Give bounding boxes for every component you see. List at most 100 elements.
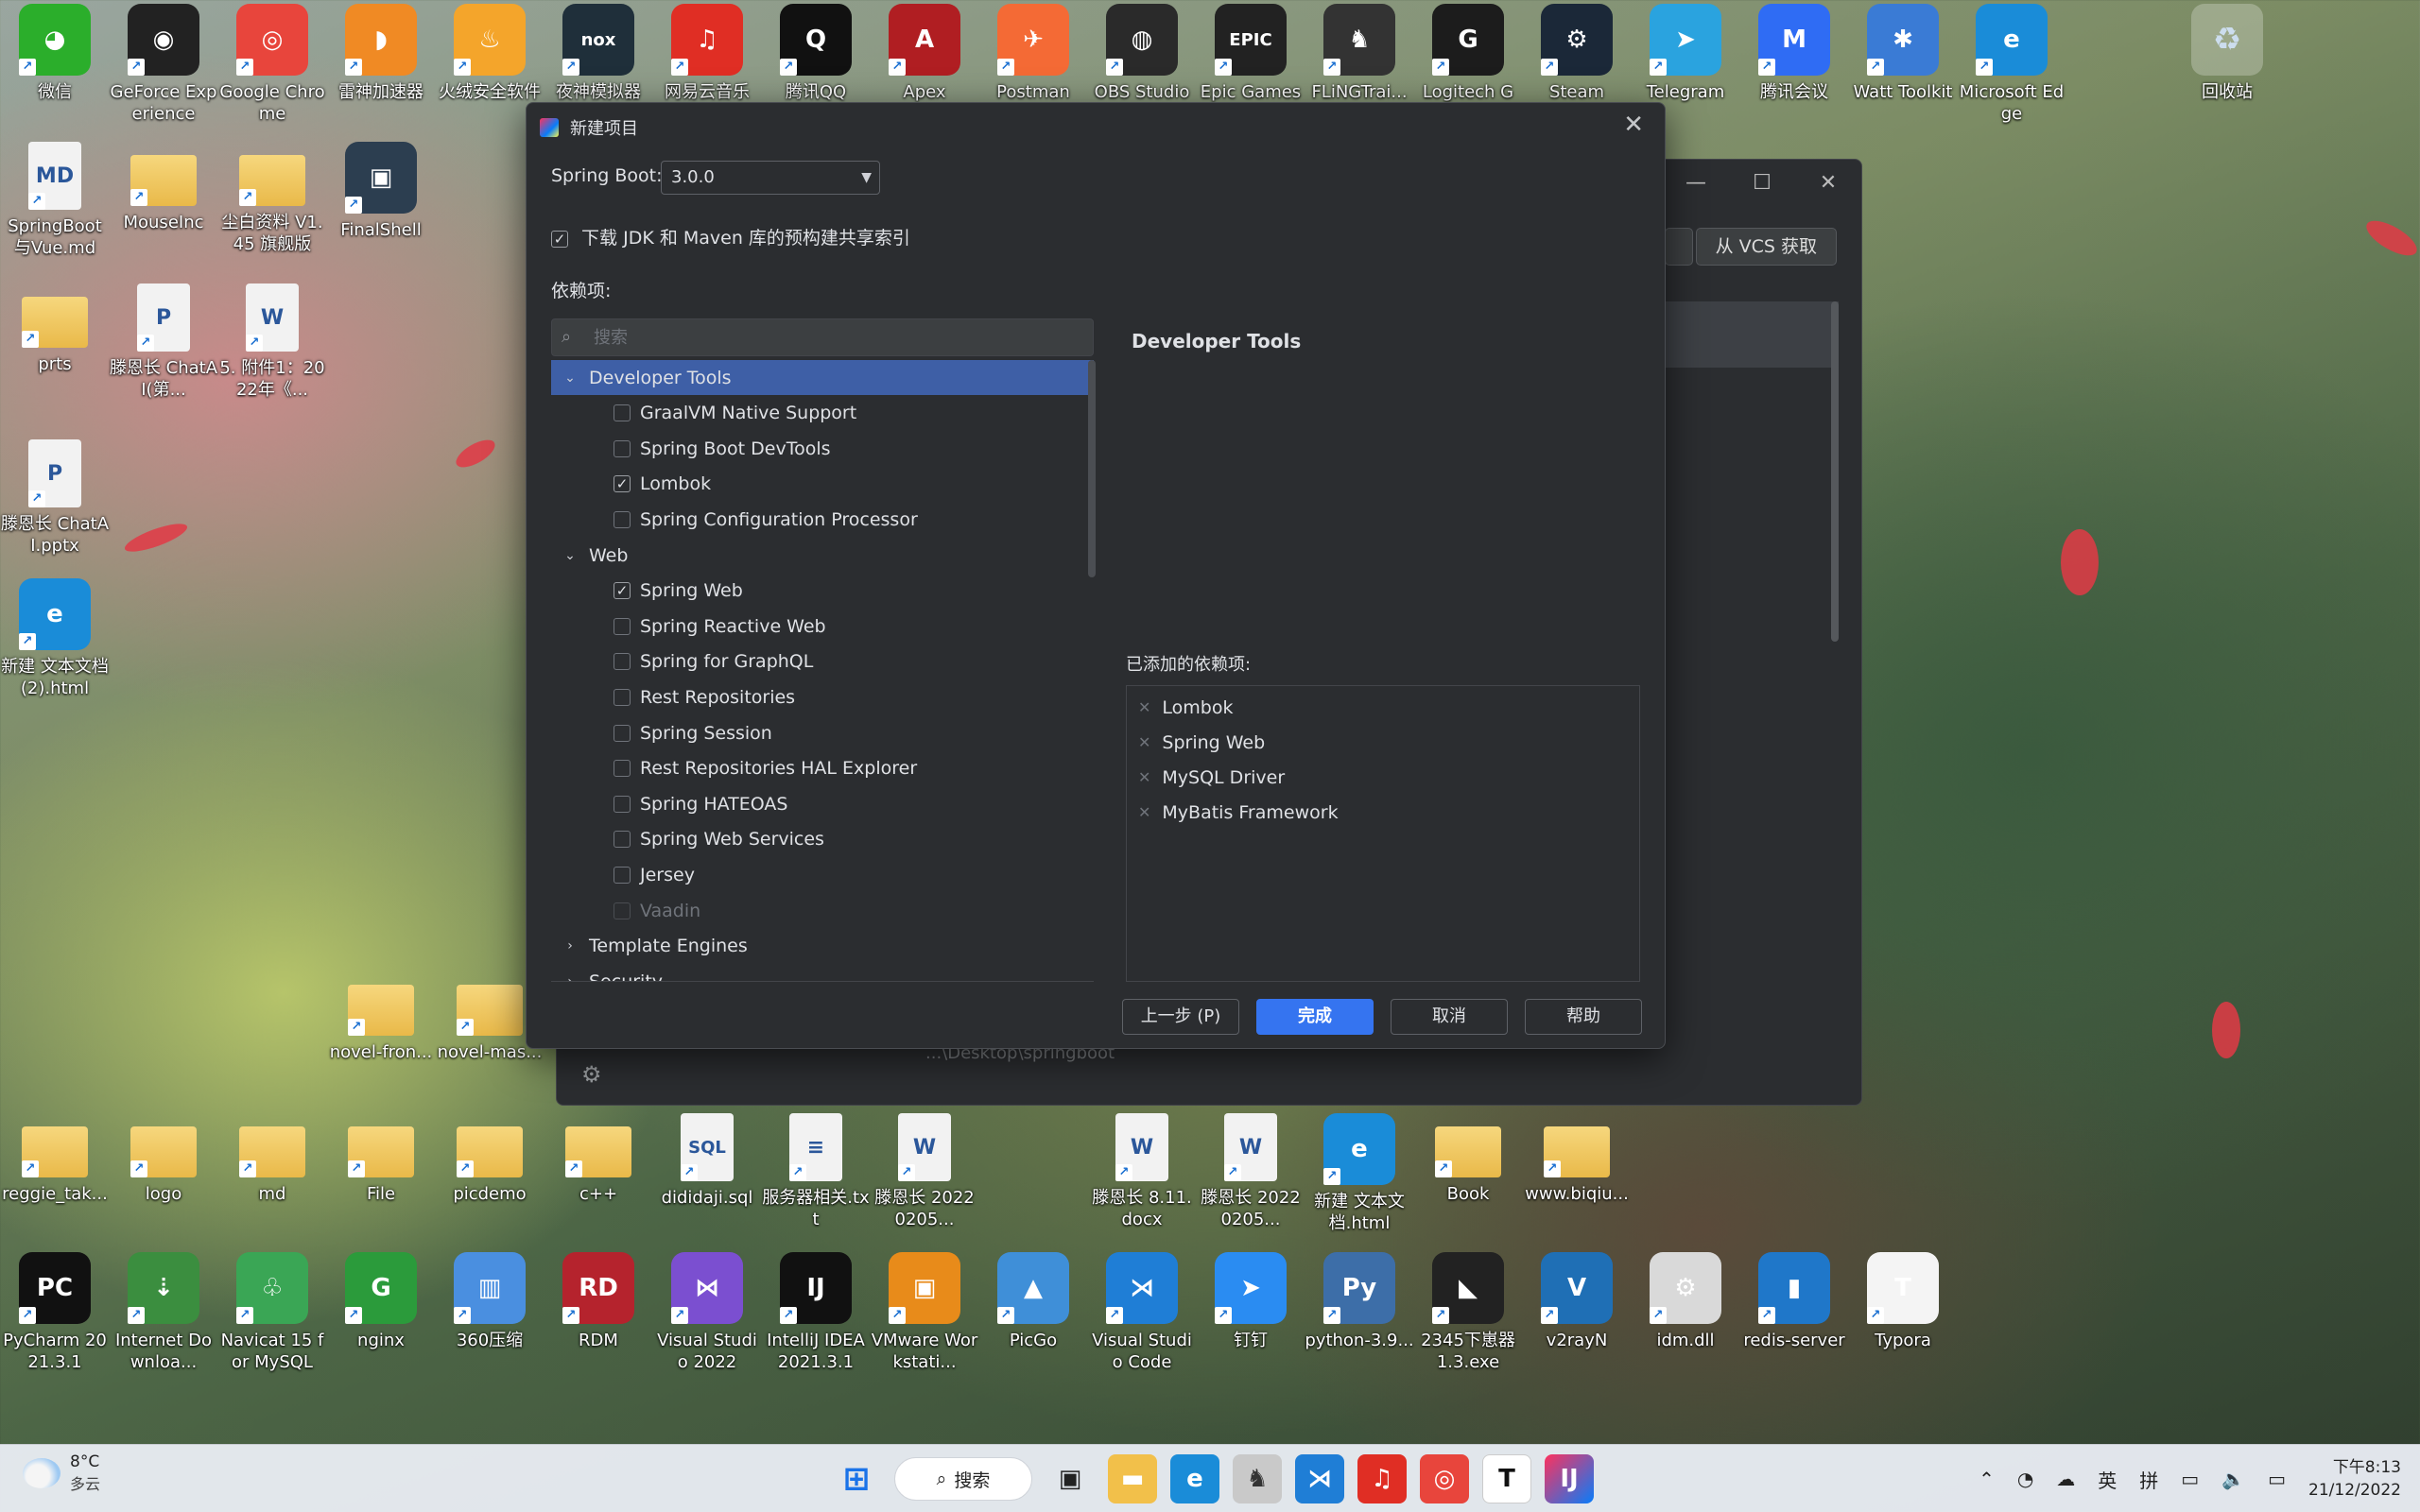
desktop-shortcut[interactable]: ◗ ↗ 雷神加速器 [326,4,436,146]
chevron-down-icon[interactable]: ⌄ [551,548,589,563]
dependency-checkbox[interactable]: ✓ [614,475,631,493]
desktop-shortcut[interactable]: ↗ www.biqiu... [1522,1113,1632,1255]
dependency-checkbox[interactable] [614,902,631,919]
desktop-shortcut[interactable]: ↗ MouseInc [109,142,218,284]
maximize-button[interactable]: ☐ [1729,160,1795,205]
remove-icon[interactable]: ✕ [1138,768,1150,786]
dependency-item[interactable]: Spring Configuration Processor [551,502,1094,537]
spring-boot-version-select[interactable]: 3.0.0 ▼ [661,161,880,195]
desktop-shortcut[interactable]: ↗ prts [0,284,110,425]
dependency-checkbox[interactable] [614,404,631,422]
project-list-selection[interactable] [1665,301,1839,368]
dependency-checkbox[interactable] [614,688,631,706]
desktop-shortcut[interactable]: ↗ novel-fron... [326,971,436,1113]
desktop-shortcut[interactable]: ↗ reggie_tak... [0,1113,110,1255]
desktop-shortcut[interactable]: ◉ ↗ GeForce Experience [109,4,218,146]
dependency-item[interactable]: Spring for GraphQL [551,644,1094,679]
windows-start-icon[interactable]: ⊞ [832,1454,881,1503]
desktop-shortcut[interactable]: W ↗ 滕恩长 20220205... [870,1113,979,1255]
previous-button[interactable]: 上一步 (P) [1122,999,1239,1035]
dependency-search[interactable]: ⌕ [551,318,1094,356]
typora-icon[interactable]: T [1482,1454,1531,1503]
recycle-bin[interactable]: ♻ 回收站 [2172,4,2282,146]
dependency-checkbox[interactable]: ✓ [614,582,631,600]
desktop-shortcut[interactable]: ⋈ ↗ Visual Studio 2022 [652,1252,762,1394]
chevron-right-icon[interactable]: › [551,974,589,981]
desktop-shortcut[interactable]: ▲ ↗ PicGo [978,1252,1088,1394]
desktop-shortcut[interactable]: ⇣ ↗ Internet Downloa... [109,1252,218,1394]
toolbar-button[interactable] [1665,228,1693,266]
desktop-shortcut[interactable]: ≡ ↗ 服务器相关.txt [761,1113,871,1255]
dependency-checkbox[interactable] [614,653,631,671]
qq-tray-icon[interactable]: ◔ [2017,1468,2033,1490]
dependency-checkbox[interactable] [614,831,631,849]
dependency-checkbox[interactable] [614,617,631,635]
desktop-shortcut[interactable]: ↗ picdemo [435,1113,544,1255]
task-view-icon[interactable]: ▣ [1046,1454,1095,1503]
remove-icon[interactable]: ✕ [1138,698,1150,716]
network-icon[interactable]: ▭ [2181,1468,2199,1490]
chevron-down-icon[interactable]: ⌄ [551,370,589,386]
dependency-checkbox[interactable] [614,866,631,884]
desktop-shortcut[interactable]: W ↗ 滕恩长 20220205... [1196,1113,1305,1255]
desktop-shortcut[interactable]: ▣ ↗ VMware Workstati... [870,1252,979,1394]
desktop-shortcut[interactable]: ▮ ↗ redis-server [1739,1252,1849,1394]
desktop-shortcut[interactable]: IJ ↗ IntelliJ IDEA 2021.3.1 [761,1252,871,1394]
desktop-shortcut[interactable]: G ↗ nginx [326,1252,436,1394]
intellij-icon[interactable]: IJ [1545,1454,1594,1503]
desktop-shortcut[interactable]: ◣ ↗ 2345下崽器 1.3.exe [1413,1252,1523,1394]
desktop-shortcut[interactable]: W ↗ 5. 附件1：2022年《... [217,284,327,425]
dependency-item[interactable]: Jersey [551,857,1094,892]
dependency-checkbox[interactable] [614,439,631,457]
desktop-shortcut[interactable]: ↗ logo [109,1113,218,1255]
file-explorer-icon[interactable]: ▬ [1108,1454,1157,1503]
desktop-shortcut[interactable]: ↗ 尘白资料 V1.45 旗舰版 [217,142,327,284]
dependency-item[interactable]: Spring Session [551,715,1094,750]
desktop-shortcut[interactable]: ↗ Book [1413,1113,1523,1255]
desktop-shortcut[interactable]: ◎ ↗ Google Chrome [217,4,327,146]
desktop-shortcut[interactable]: SQL ↗ dididaji.sql [652,1113,762,1255]
tree-group[interactable]: › Security [551,964,1094,981]
vscode-icon[interactable]: ⋊ [1295,1454,1344,1503]
get-from-vcs-button[interactable]: 从 VCS 获取 [1695,228,1837,266]
desktop-shortcut[interactable]: W ↗ 滕恩长 8.11.docx [1087,1113,1197,1255]
desktop-shortcut[interactable]: ◕ ↗ 微信 [0,4,110,146]
desktop-shortcut[interactable]: ▥ ↗ 360压缩 [435,1252,544,1394]
dependency-item[interactable]: Spring Reactive Web [551,609,1094,644]
desktop-shortcut[interactable]: PC ↗ PyCharm 2021.3.1 [0,1252,110,1394]
dependency-item[interactable]: Vaadin [551,893,1094,928]
game-app-icon[interactable]: ♞ [1233,1454,1282,1503]
desktop-shortcut[interactable]: V ↗ v2rayN [1522,1252,1632,1394]
minimize-button[interactable]: — [1663,160,1729,205]
dialog-close-icon[interactable]: ✕ [1623,111,1644,139]
download-index-checkbox[interactable]: ✓ [551,230,568,248]
clock[interactable]: 下午8:13 21/12/2022 [2308,1456,2401,1502]
edge-icon[interactable]: e [1170,1454,1219,1503]
tree-group[interactable]: ⌄ Web [551,538,1094,573]
desktop-shortcut[interactable]: T ↗ Typora [1848,1252,1958,1394]
chevron-right-icon[interactable]: › [551,938,589,954]
tree-group[interactable]: › Template Engines [551,929,1094,964]
dependency-search-input[interactable] [594,325,1066,350]
cancel-button[interactable]: 取消 [1391,999,1508,1035]
taskbar-search[interactable]: ⌕ 搜索 [894,1457,1032,1501]
battery-icon[interactable]: ▭ [2268,1468,2286,1490]
dependency-item[interactable]: Spring HATEOAS [551,786,1094,821]
settings-gear-icon[interactable]: ⚙ [581,1061,602,1088]
scrollbar[interactable] [1831,301,1839,642]
desktop-shortcut[interactable]: ⋊ ↗ Visual Studio Code [1087,1252,1197,1394]
desktop-shortcut[interactable]: P ↗ 滕恩长 ChatAI.pptx [0,439,110,581]
chrome-icon[interactable]: ◎ [1420,1454,1469,1503]
dependency-item[interactable]: Rest Repositories HAL Explorer [551,751,1094,786]
dependency-item[interactable]: GraalVM Native Support [551,396,1094,431]
ime-language[interactable]: 英 [2098,1466,2117,1493]
remove-icon[interactable]: ✕ [1138,733,1150,751]
desktop-shortcut[interactable]: Py ↗ python-3.9... [1305,1252,1414,1394]
dependency-item[interactable]: Spring Web Services [551,822,1094,857]
desktop-shortcut[interactable]: ➤ ↗ 钉钉 [1196,1252,1305,1394]
netease-music-icon[interactable]: ♫ [1357,1454,1407,1503]
finish-button[interactable]: 完成 [1256,999,1374,1035]
desktop-shortcut[interactable]: ↗ File [326,1113,436,1255]
help-button[interactable]: 帮助 [1525,999,1642,1035]
desktop-shortcut[interactable]: e ↗ 新建 文本文档 (2).html [0,578,110,720]
